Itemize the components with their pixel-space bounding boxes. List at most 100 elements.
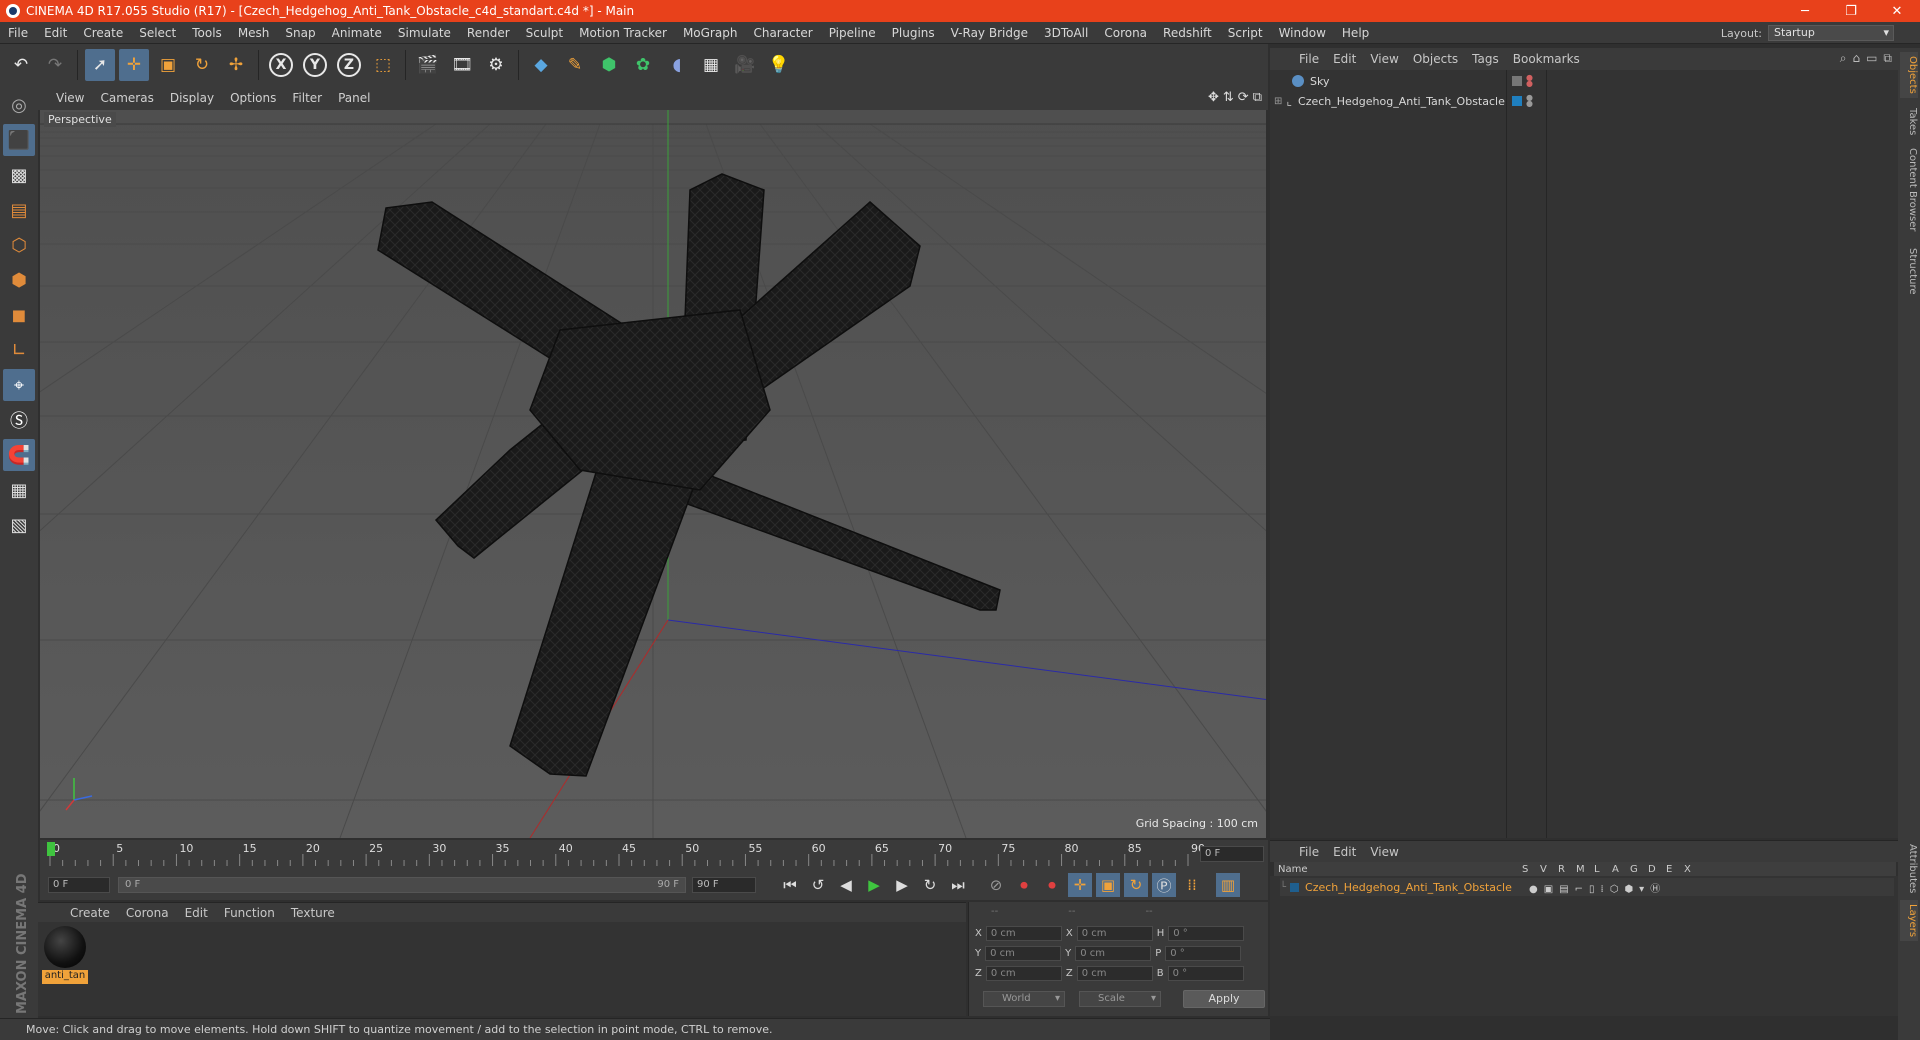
objects-menu-view[interactable]: View [1363,52,1405,66]
end-frame-field[interactable]: 90 F [692,877,756,893]
viewport-menu-filter[interactable]: Filter [284,91,330,105]
array-icon[interactable]: ✿ [628,49,658,81]
objects-menu-file[interactable]: File [1292,52,1326,66]
coord-space-dropdown[interactable]: World [983,991,1065,1007]
material-menu-corona[interactable]: Corona [118,906,177,920]
make-editable-icon[interactable]: ◎ [3,89,35,121]
apply-button[interactable]: Apply [1183,990,1265,1008]
new-view-icon[interactable]: ▭ [1866,51,1877,66]
key-scale-icon[interactable]: ▣ [1096,873,1120,897]
live-move-icon[interactable]: ✢ [221,49,251,81]
material-menu-create[interactable]: Create [62,906,118,920]
viewport-camera-label[interactable]: Perspective [44,112,116,127]
objects-menu-edit[interactable]: Edit [1326,52,1363,66]
previous-frame-icon[interactable]: ◀ [834,873,858,897]
pen-spline-icon[interactable]: ✎ [560,49,590,81]
go-to-start-icon[interactable]: ⏮ [778,873,802,897]
menu-corona[interactable]: Corona [1096,26,1155,40]
key-rotation-icon[interactable]: ↻ [1124,873,1148,897]
timeline-window-icon[interactable]: ▥ [1216,873,1240,897]
move-icon[interactable]: ✛ [119,49,149,81]
points-mode-icon[interactable]: ⬡ [3,229,35,261]
frame-range-slider[interactable]: 0 F 90 F [118,877,686,893]
object-row-sky[interactable]: Sky [1282,72,1329,90]
layer-toggle-icons[interactable]: ●▣▤⌐▯⁞⬡⬢▾Ⓗ [1529,880,1666,895]
menu-vray-bridge[interactable]: V-Ray Bridge [943,26,1036,40]
maximize-panel-icon[interactable]: ⧉ [1883,51,1892,66]
x-axis-icon[interactable]: X [266,49,296,81]
layer-header-x[interactable]: X [1684,864,1702,875]
size-z-field[interactable]: 0 cm [1076,966,1153,981]
objects-menu-objects[interactable]: Objects [1406,52,1465,66]
material-menu-function[interactable]: Function [216,906,283,920]
viewport-menu-cameras[interactable]: Cameras [92,91,161,105]
coord-system-icon[interactable]: ⬚ [368,49,398,81]
layer-header-s[interactable]: S [1522,864,1540,875]
menu-select[interactable]: Select [131,26,184,40]
tab-structure[interactable]: Structure [1900,244,1918,299]
pos-x-field[interactable]: 0 cm [985,926,1062,941]
material-name-label[interactable]: anti_tan [42,970,88,984]
deformer-icon[interactable]: ◖ [662,49,692,81]
sky-texture-tag-icon[interactable] [1512,76,1522,86]
viewport-menu-options[interactable]: Options [222,91,284,105]
material-preview-thumbnail[interactable] [44,926,86,968]
sky-visibility-dots-icon[interactable]: ● ● [1526,74,1533,88]
subdivision-icon[interactable]: ⬢ [594,49,624,81]
render-view-icon[interactable]: 🎬 [413,49,443,81]
edges-mode-icon[interactable]: ⬢ [3,264,35,296]
menu-plugins[interactable]: Plugins [884,26,943,40]
pos-z-field[interactable]: 0 cm [985,966,1062,981]
scale-icon[interactable]: ▣ [153,49,183,81]
menu-motion-tracker[interactable]: Motion Tracker [571,26,675,40]
layer-header-a[interactable]: A [1612,864,1630,875]
layer-header-r[interactable]: R [1558,864,1576,875]
hedgehog-layer-color-icon[interactable] [1512,96,1522,106]
floor-icon[interactable]: ▦ [696,49,726,81]
menu-mesh[interactable]: Mesh [230,26,278,40]
layer-header-v[interactable]: V [1540,864,1558,875]
playhead-marker[interactable] [47,842,55,856]
menu-edit[interactable]: Edit [36,26,75,40]
redo-icon[interactable]: ↷ [40,49,70,81]
objects-menu-tags[interactable]: Tags [1465,52,1506,66]
rotate-icon[interactable]: ↻ [187,49,217,81]
rot-p-field[interactable]: 0 ° [1165,946,1242,961]
key-position-icon[interactable]: ✛ [1068,873,1092,897]
motion-record-icon[interactable]: ⊘ [984,873,1008,897]
menu-render[interactable]: Render [459,26,518,40]
menu-tools[interactable]: Tools [184,26,230,40]
next-frame-icon[interactable]: ▶ [890,873,914,897]
camera-icon[interactable]: 🎥 [730,49,760,81]
layer-header-e[interactable]: E [1666,864,1684,875]
key-pla-icon[interactable]: ⁞⁞ [1180,873,1204,897]
tab-takes[interactable]: Takes [1900,104,1918,139]
menu-animate[interactable]: Animate [324,26,390,40]
start-frame-field[interactable]: 0 F [48,877,110,893]
perspective-viewport[interactable]: Perspective Grid Spacing : 100 cm [40,110,1266,838]
search-icon[interactable]: ⌕ [1840,51,1847,66]
layer-row[interactable]: └ Czech_Hedgehog_Anti_Tank_Obstacle ●▣▤⌐… [1280,878,1894,896]
model-mode-icon[interactable]: ⬛ [3,124,35,156]
snap-icon[interactable]: 🧲 [3,439,35,471]
solo-mode-icon[interactable]: Ⓢ [3,404,35,436]
z-axis-icon[interactable]: Z [334,49,364,81]
menu-snap[interactable]: Snap [277,26,323,40]
previous-key-icon[interactable]: ↺ [806,873,830,897]
next-key-icon[interactable]: ↻ [918,873,942,897]
layer-header-d[interactable]: D [1648,864,1666,875]
material-menu-edit[interactable]: Edit [177,906,216,920]
key-param-icon[interactable]: Ⓟ [1152,873,1176,897]
cube-icon[interactable]: ◆ [526,49,556,81]
record-keys-icon[interactable]: ⏺ [1012,873,1036,897]
workplane-mode-icon[interactable]: ▤ [3,194,35,226]
restore-button[interactable]: ❐ [1828,0,1874,22]
grid-snap-icon[interactable]: ▧ [3,509,35,541]
size-x-field[interactable]: 0 cm [1076,926,1153,941]
tab-attributes[interactable]: Attributes [1900,840,1918,897]
edit-render-settings-icon[interactable]: ⚙ [481,49,511,81]
pos-y-field[interactable]: 0 cm [985,946,1062,961]
layers-menu-edit[interactable]: Edit [1326,845,1363,859]
size-y-field[interactable]: 0 cm [1075,946,1152,961]
menu-create[interactable]: Create [75,26,131,40]
